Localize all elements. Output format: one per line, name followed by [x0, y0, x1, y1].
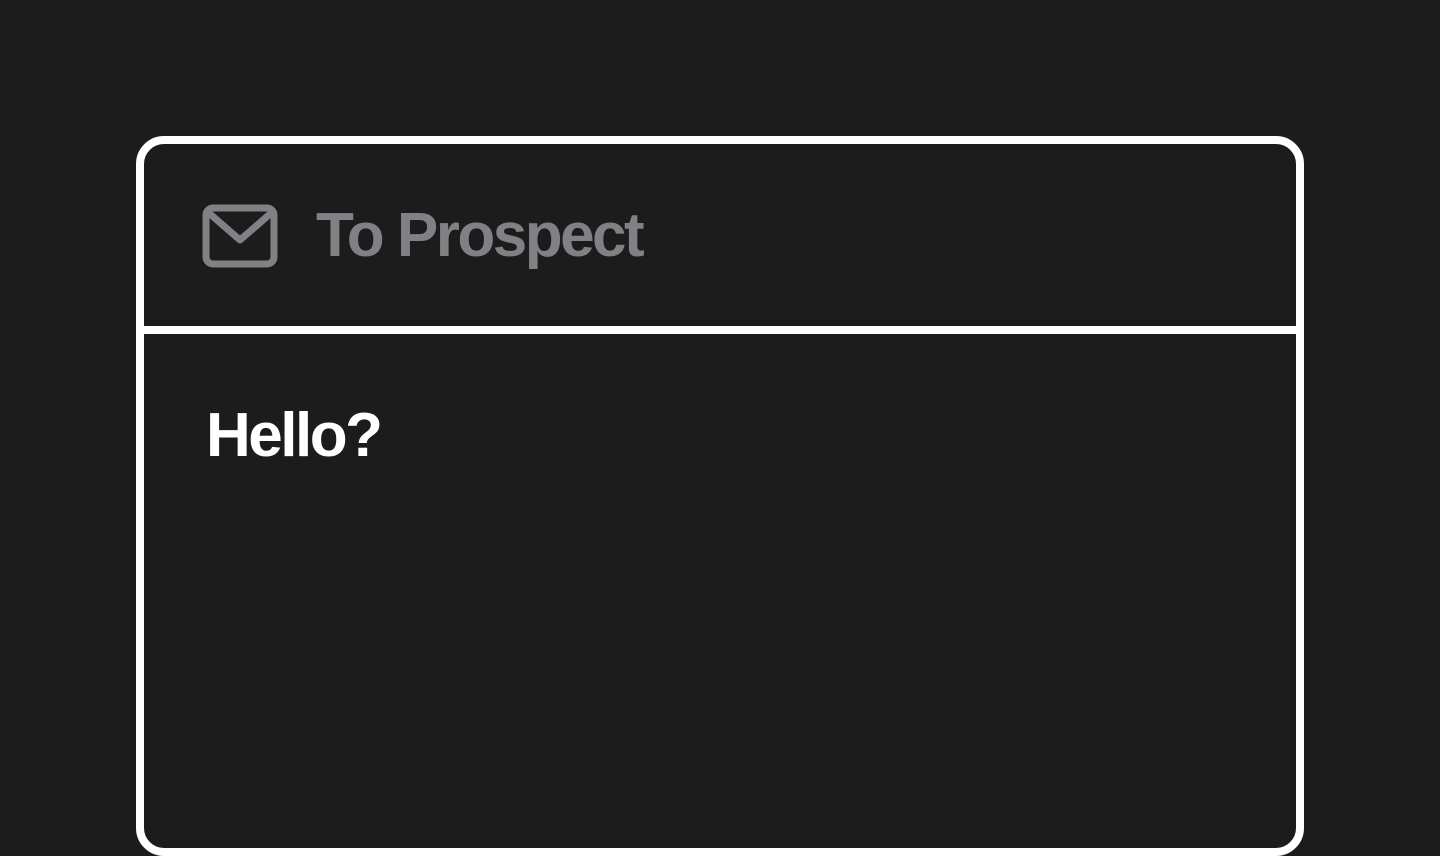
message-compose-card: To Prospect Hello? [136, 136, 1304, 856]
recipient-label: To Prospect [316, 201, 645, 270]
mail-icon [202, 204, 278, 268]
recipient-header[interactable]: To Prospect [144, 144, 1296, 334]
message-body[interactable]: Hello? [206, 400, 383, 472]
